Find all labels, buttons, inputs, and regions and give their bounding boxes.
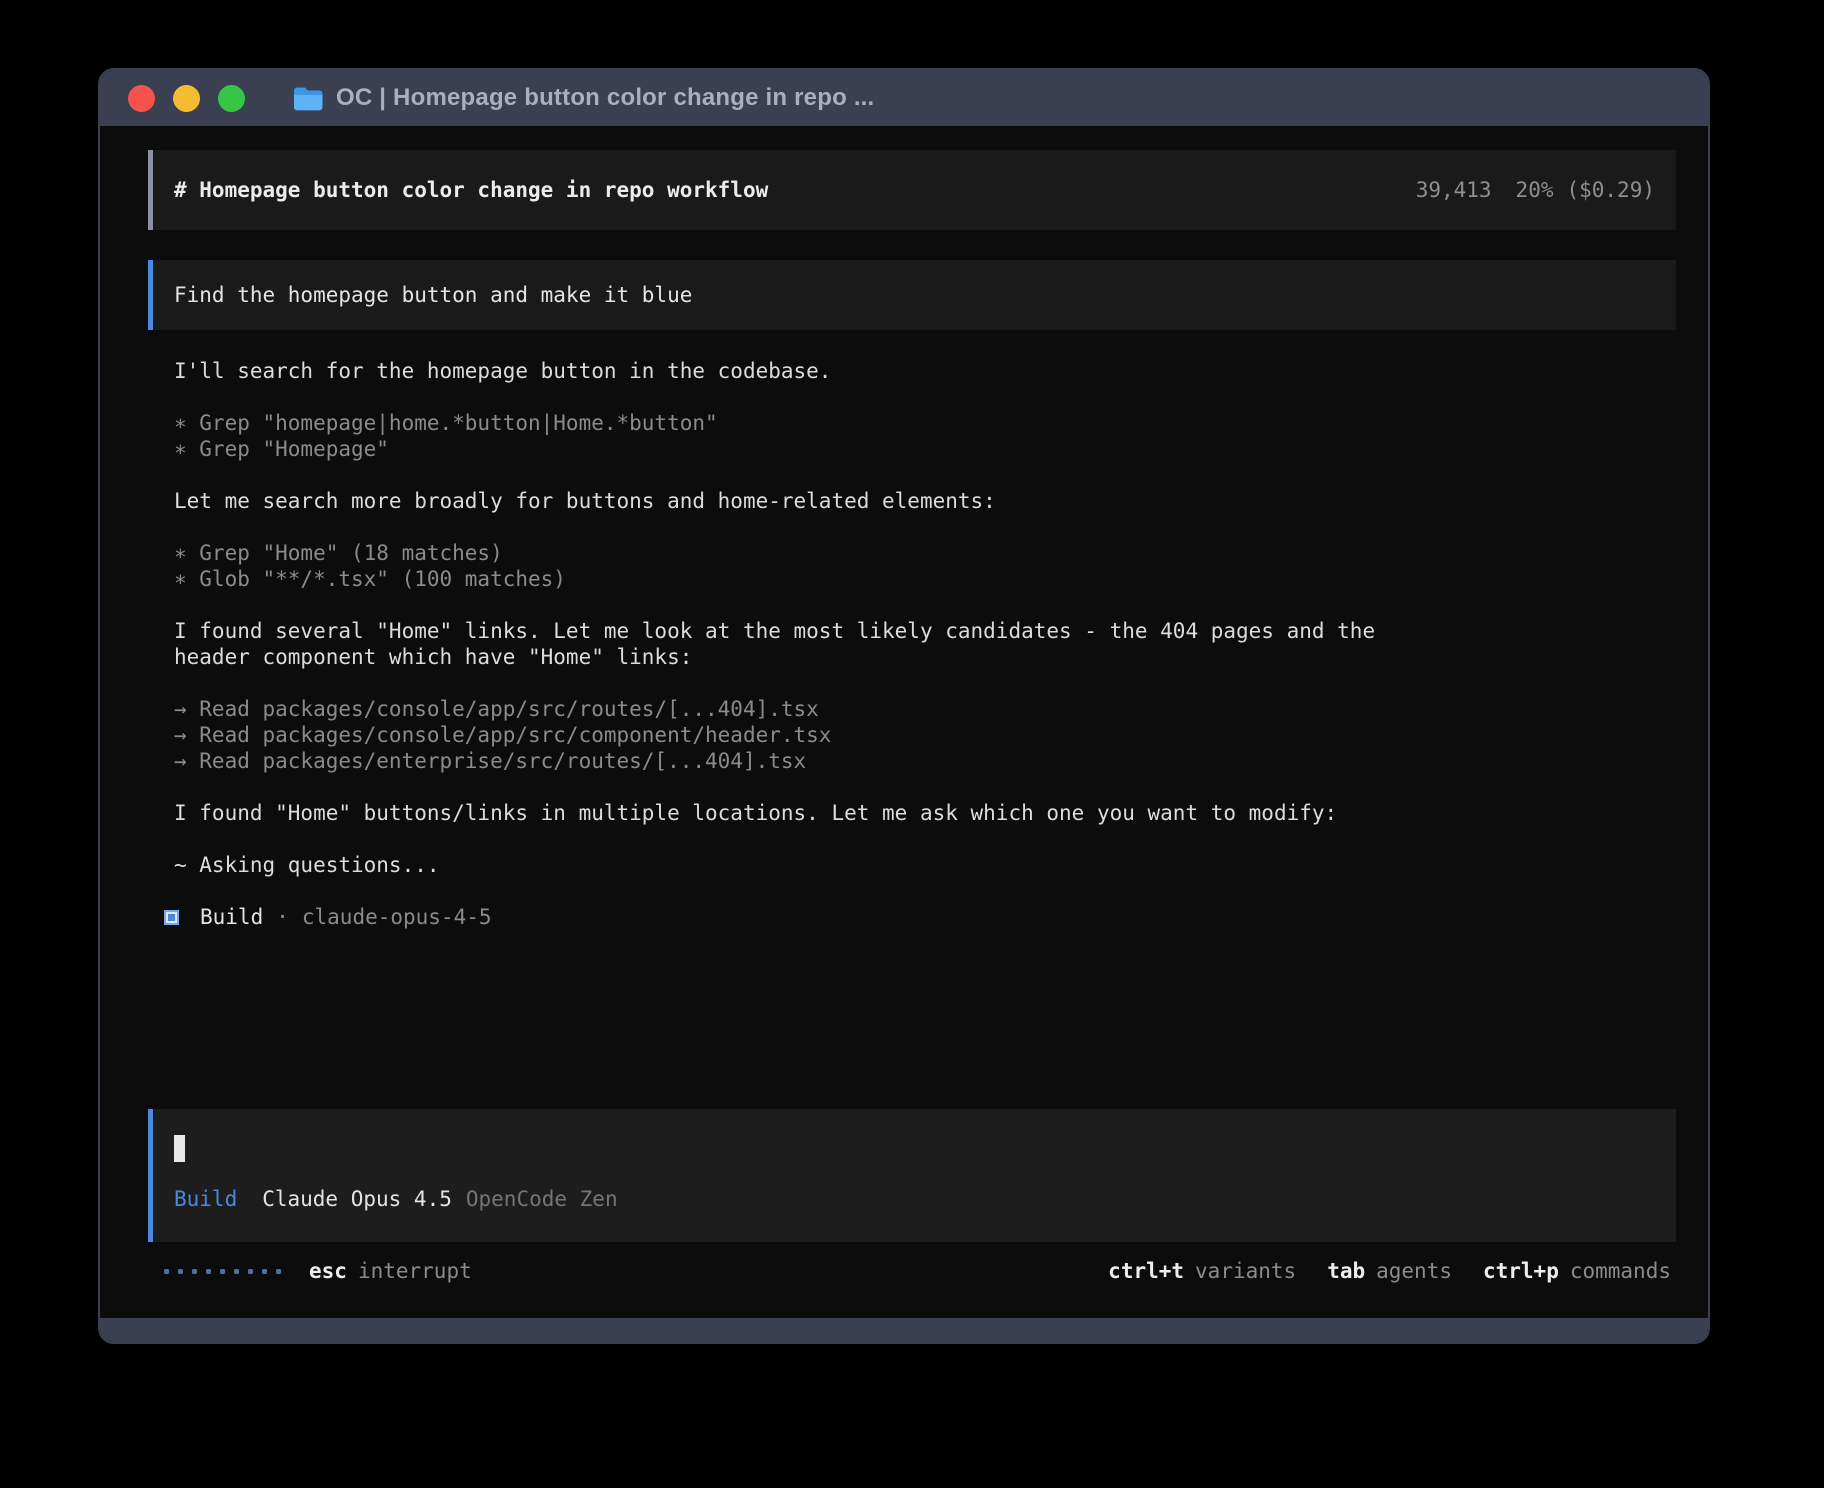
conversation-line: ∗ Grep "Home" (18 matches) xyxy=(174,540,1404,566)
zoom-button[interactable] xyxy=(218,85,245,112)
terminal-window: OC | Homepage button color change in rep… xyxy=(98,68,1710,1344)
spinner-dot xyxy=(234,1269,239,1274)
terminal-content: # Homepage button color change in repo w… xyxy=(100,126,1708,1318)
conversation-line: ~ Asking questions... xyxy=(174,852,1404,878)
conversation-line: Let me search more broadly for buttons a… xyxy=(174,488,1404,514)
user-message-text: Find the homepage button and make it blu… xyxy=(174,283,692,307)
conversation-line: → Read packages/console/app/src/componen… xyxy=(174,722,1404,748)
conversation: I'll search for the homepage button in t… xyxy=(148,358,1676,878)
spinner-dots xyxy=(164,1269,281,1274)
conversation-line: ∗ Grep "homepage|home.*button|Home.*butt… xyxy=(174,410,1404,436)
hint-commands: ctrl+p commands xyxy=(1483,1258,1671,1284)
agent-model: claude-opus-4-5 xyxy=(302,904,492,930)
session-title: # Homepage button color change in repo w… xyxy=(174,178,768,202)
spinner-dot xyxy=(178,1269,183,1274)
conversation-line xyxy=(174,462,1404,488)
hint-key: ctrl+t xyxy=(1108,1258,1184,1284)
text-cursor xyxy=(174,1135,185,1162)
user-message: Find the homepage button and make it blu… xyxy=(148,260,1676,330)
input-agent-label: Build xyxy=(174,1186,237,1212)
session-cost: ($0.29) xyxy=(1566,178,1655,202)
hint-agents: tab agents xyxy=(1327,1258,1452,1284)
spinner-dot xyxy=(192,1269,197,1274)
hint-key: ctrl+p xyxy=(1483,1258,1559,1284)
hint-interrupt: esc interrupt xyxy=(309,1258,472,1284)
hint-label: variants xyxy=(1195,1258,1296,1284)
spinner-dot xyxy=(262,1269,267,1274)
hint-label: agents xyxy=(1376,1258,1452,1284)
input-model-label: Claude Opus 4.5 xyxy=(262,1186,452,1212)
conversation-line xyxy=(174,670,1404,696)
window-bottom-frame xyxy=(100,1318,1708,1342)
conversation-line xyxy=(174,826,1404,852)
token-count: 39,413 xyxy=(1416,178,1492,202)
spinner-dot xyxy=(276,1269,281,1274)
spinner-dot xyxy=(220,1269,225,1274)
conversation-line: I found "Home" buttons/links in multiple… xyxy=(174,800,1404,826)
model-info-row: Build Claude Opus 4.5 OpenCode Zen xyxy=(174,1186,1655,1212)
spinner-dot xyxy=(248,1269,253,1274)
conversation-line xyxy=(174,384,1404,410)
conversation-line: → Read packages/enterprise/src/routes/[.… xyxy=(174,748,1404,774)
close-button[interactable] xyxy=(128,85,155,112)
conversation-line xyxy=(174,514,1404,540)
conversation-line xyxy=(174,774,1404,800)
hint-label: interrupt xyxy=(358,1258,472,1284)
hint-label: commands xyxy=(1570,1258,1671,1284)
prompt-input[interactable]: Build Claude Opus 4.5 OpenCode Zen xyxy=(148,1109,1676,1242)
status-bar: esc interrupt ctrl+t variants tab agents… xyxy=(148,1258,1676,1284)
agent-status-row: Build · claude-opus-4-5 xyxy=(148,904,1676,930)
right-hints: ctrl+t variants tab agents ctrl+p comman… xyxy=(1108,1258,1671,1284)
session-stats: 39,413 20% ($0.29) xyxy=(1416,178,1655,202)
agent-separator: · xyxy=(276,904,289,930)
hint-key: esc xyxy=(309,1258,347,1284)
conversation-line: → Read packages/console/app/src/routes/[… xyxy=(174,696,1404,722)
spinner-dot xyxy=(206,1269,211,1274)
conversation-line: ∗ Glob "**/*.tsx" (100 matches) xyxy=(174,566,1404,592)
minimize-button[interactable] xyxy=(173,85,200,112)
session-header: # Homepage button color change in repo w… xyxy=(148,150,1676,230)
conversation-line: I'll search for the homepage button in t… xyxy=(174,358,1404,384)
conversation-line: ∗ Grep "Homepage" xyxy=(174,436,1404,462)
conversation-line: I found several "Home" links. Let me loo… xyxy=(174,618,1404,670)
prompt-input-line[interactable] xyxy=(174,1135,1655,1162)
context-percent: 20% xyxy=(1516,178,1554,202)
input-provider-label: OpenCode Zen xyxy=(466,1186,618,1212)
folder-icon xyxy=(292,86,323,111)
hint-key: tab xyxy=(1327,1258,1365,1284)
titlebar: OC | Homepage button color change in rep… xyxy=(100,70,1708,126)
window-title: OC | Homepage button color change in rep… xyxy=(336,84,874,112)
hint-variants: ctrl+t variants xyxy=(1108,1258,1296,1284)
spinner-dot xyxy=(164,1269,169,1274)
conversation-line xyxy=(174,592,1404,618)
agent-working-icon xyxy=(164,910,179,925)
window-controls xyxy=(128,85,245,112)
agent-name: Build xyxy=(200,904,263,930)
